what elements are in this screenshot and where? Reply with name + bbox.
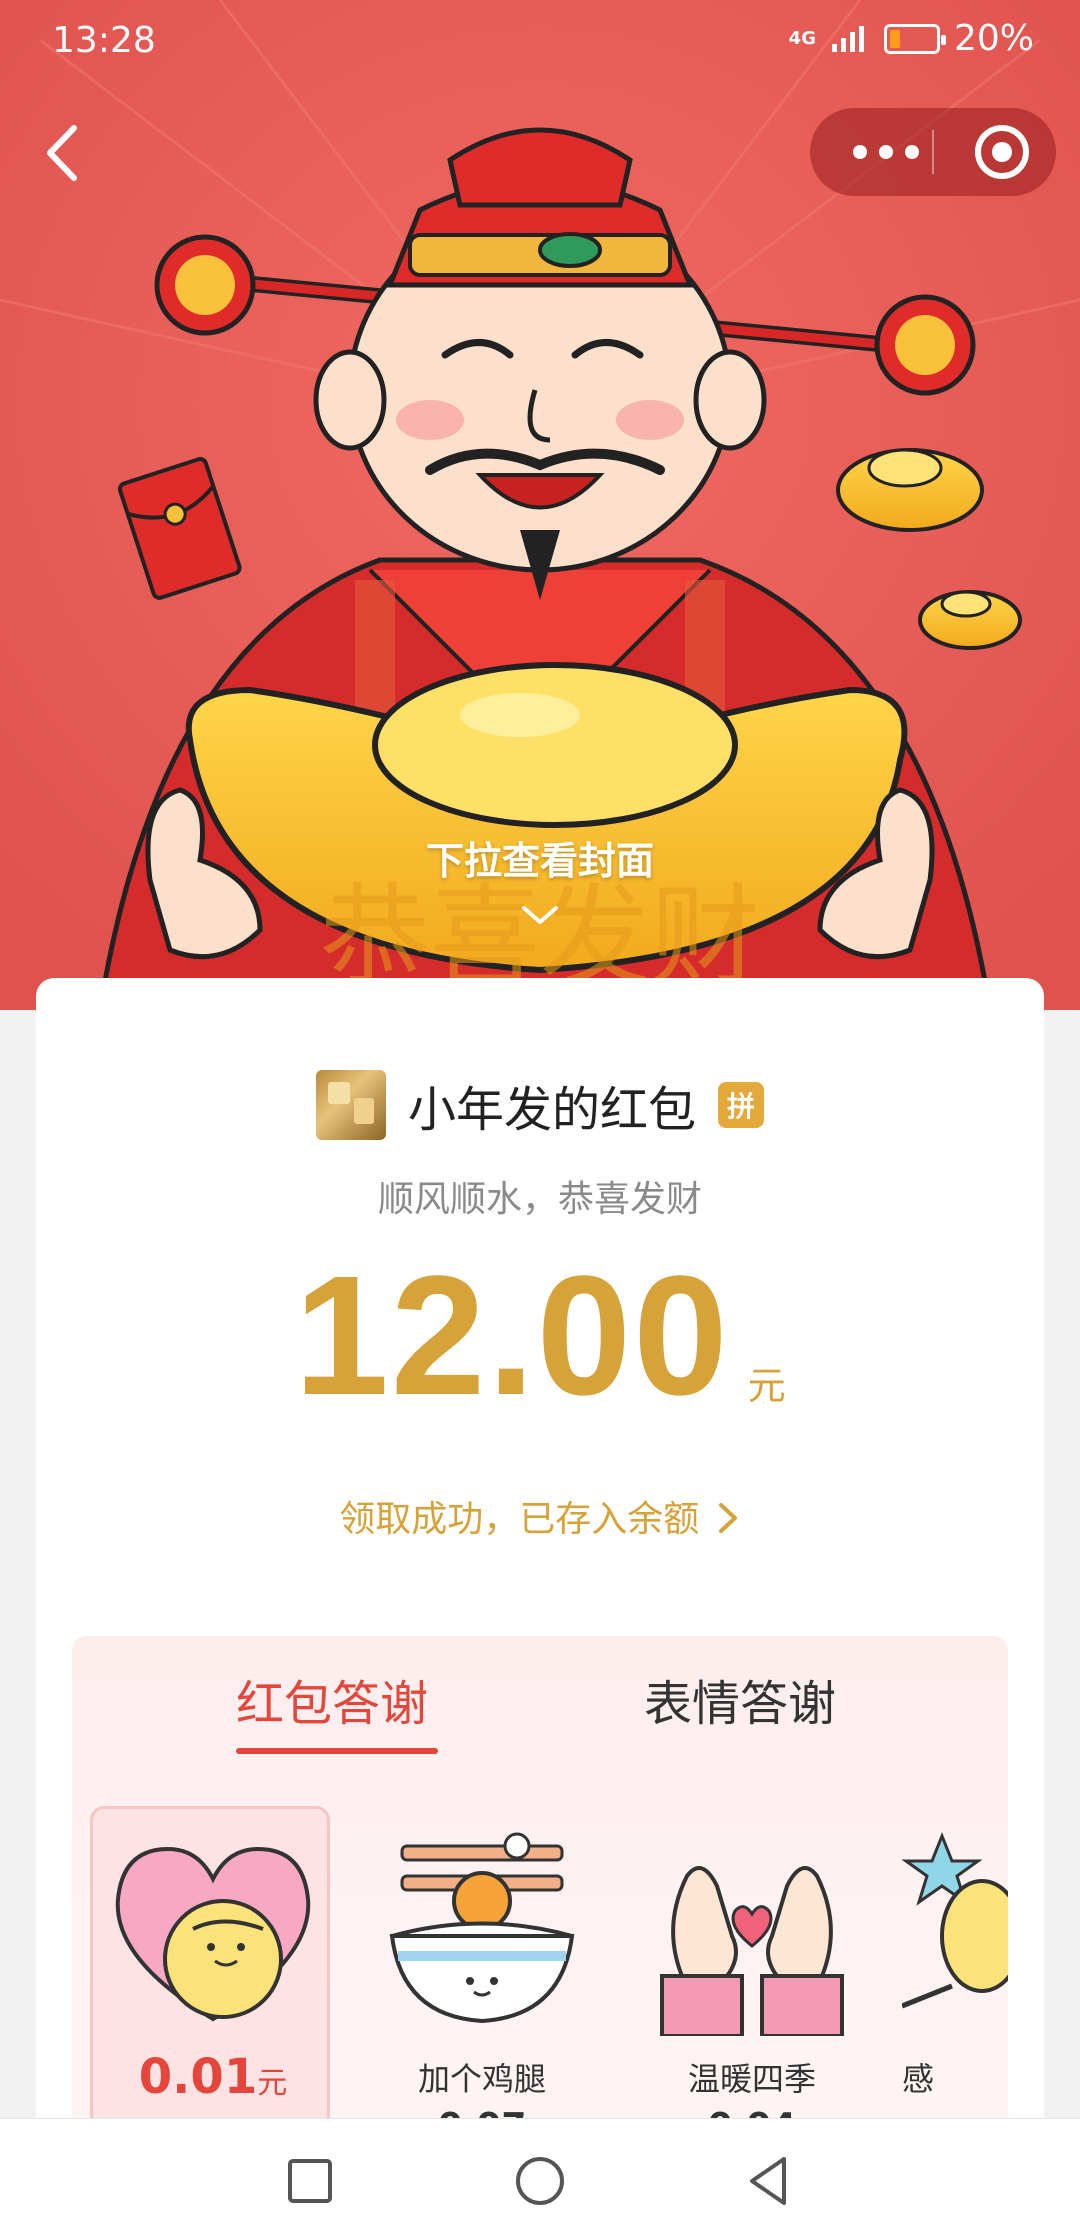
rice-bowl-icon bbox=[389, 1832, 575, 2024]
tab-emoji-thanks[interactable]: 表情答谢 bbox=[644, 1664, 836, 1734]
thanks-panel: 红包答谢 表情答谢 0.01元 加个鸡腿 温暖四季 感 bbox=[72, 1636, 1008, 2156]
tab-red-packet-thanks[interactable]: 红包答谢 bbox=[236, 1664, 428, 1734]
mini-program-capsule bbox=[810, 108, 1056, 196]
gift-name: 温暖四季 bbox=[687, 2060, 816, 2098]
target-circle-icon[interactable] bbox=[956, 108, 1056, 196]
home-icon[interactable] bbox=[508, 2149, 572, 2213]
status-bar: 13:28 4G 20% bbox=[0, 0, 1080, 90]
red-packet-detail-card: 小年发的红包 拼 顺风顺水，恭喜发财 12.00 元 领取成功，已存入余额 红包… bbox=[36, 978, 1044, 2156]
gift-price: 0.01元 bbox=[93, 2049, 333, 2105]
capsule-divider bbox=[932, 130, 934, 174]
sender-row: 小年发的红包 拼 bbox=[36, 1070, 1044, 1140]
gift-price-unit: 元 bbox=[257, 2066, 288, 2101]
hug-heart-icon bbox=[115, 1846, 311, 2022]
pull-down-hint: 下拉查看封面 bbox=[425, 839, 654, 883]
gift-option-warm-seasons[interactable]: 温暖四季 0.04 bbox=[632, 1806, 872, 2147]
recent-apps-icon[interactable] bbox=[278, 2149, 342, 2213]
chevron-right-icon bbox=[718, 1503, 737, 1533]
star-icon bbox=[902, 1831, 1008, 2009]
greeting-message: 顺风顺水，恭喜发财 bbox=[377, 1179, 702, 1220]
status-indicators: 4G 20% bbox=[789, 18, 1034, 59]
system-navigation-bar bbox=[0, 2118, 1080, 2240]
chevron-down-icon bbox=[522, 906, 558, 924]
signal-bars-icon bbox=[831, 25, 864, 52]
gift-option-thanks[interactable]: 感 bbox=[902, 1806, 1008, 2146]
battery-icon bbox=[883, 23, 946, 54]
gift-price-value: 0.01 bbox=[138, 2049, 258, 2105]
sender-name: 小年发的红包 bbox=[407, 1082, 696, 1138]
battery-percent: 20% bbox=[953, 18, 1034, 59]
battery-level bbox=[889, 29, 900, 48]
cover-banner[interactable]: 恭喜发财 13:28 4G 20% 下拉查看封面 bbox=[0, 0, 1080, 1010]
amount-display: 12.00 元 bbox=[36, 1241, 1044, 1431]
gift-name: 感 bbox=[902, 2060, 935, 2098]
finger-heart-icon bbox=[660, 1866, 844, 2036]
claimed-status-link[interactable]: 领取成功，已存入余额 bbox=[36, 1490, 1044, 1542]
gift-option-hug[interactable]: 0.01元 bbox=[90, 1806, 330, 2146]
back-triangle-icon[interactable] bbox=[738, 2149, 802, 2213]
network-icon: 4G bbox=[788, 27, 816, 49]
back-arrow-icon[interactable] bbox=[36, 118, 96, 188]
status-time: 13:28 bbox=[52, 20, 156, 61]
active-tab-indicator bbox=[236, 1748, 438, 1754]
amount-unit: 元 bbox=[747, 1364, 786, 1408]
amount-value: 12.00 bbox=[294, 1241, 730, 1431]
gift-option-drumstick[interactable]: 加个鸡腿 0.07 bbox=[362, 1806, 602, 2147]
gift-name: 加个鸡腿 bbox=[417, 2060, 546, 2098]
lucky-packet-badge: 拼 bbox=[718, 1082, 764, 1128]
avatar[interactable] bbox=[315, 1070, 386, 1140]
claimed-status-text: 领取成功，已存入余额 bbox=[339, 1499, 700, 1540]
